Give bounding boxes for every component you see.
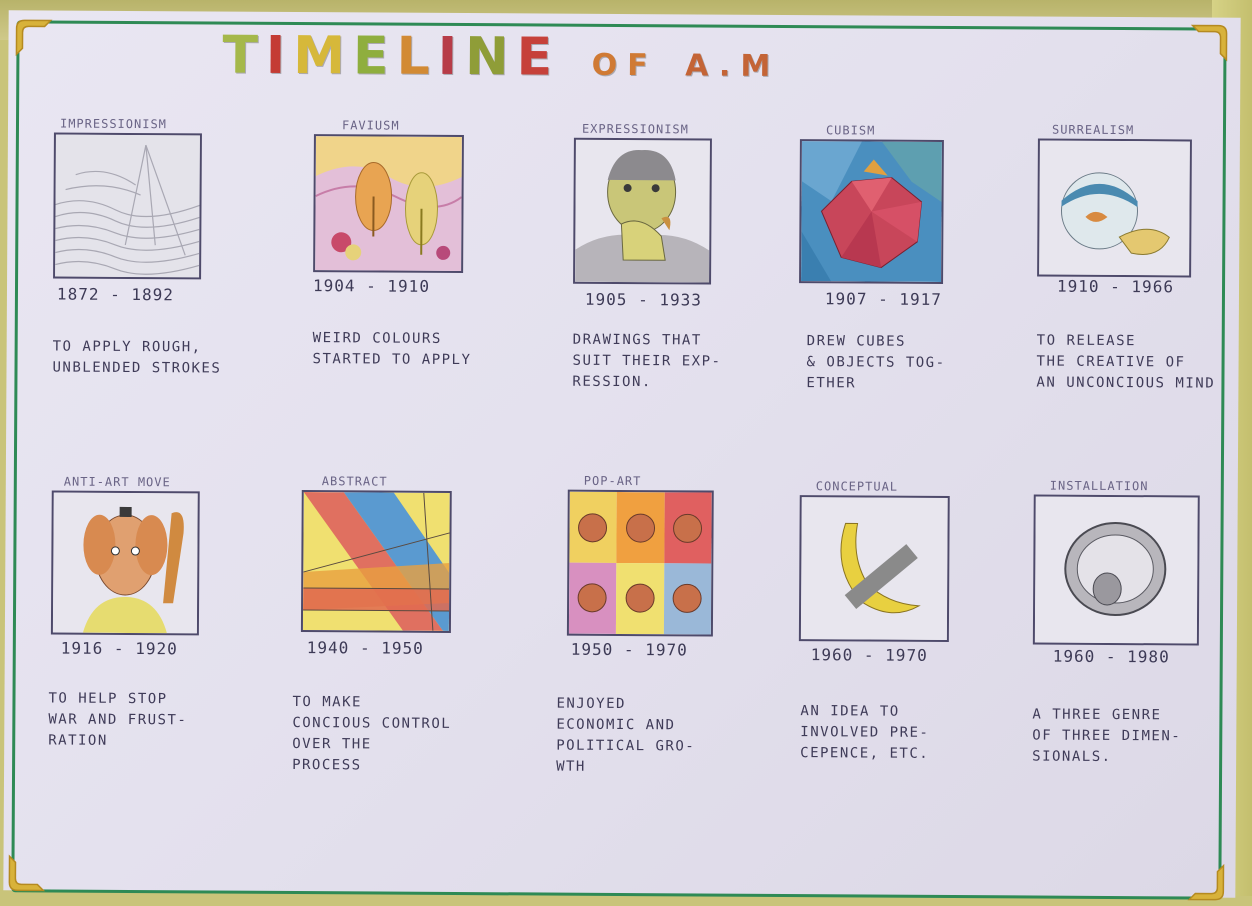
poster-title: TIMELINE OF A.M [222,26,780,89]
title-letter: M [293,26,353,86]
years-abstract: 1940 - 1950 [307,638,424,658]
artwork-cubism [799,139,944,284]
artwork-impressionism [53,133,202,280]
description-line: CONCIOUS CONTROL [292,713,451,735]
artwork-surrealism [1037,139,1192,278]
pop-art-grid-icon [569,492,712,635]
title-am: A.M [685,48,780,84]
movement-name-conceptual: CONCEPTUAL [816,479,898,494]
description-line: & OBJECTS TOG- [806,352,945,374]
corner-ornament-icon [1186,19,1232,65]
corner-ornament-icon [1183,859,1229,905]
description-line: WAR AND FRUST- [48,710,187,732]
artwork-abstract [301,490,452,633]
title-letter: I [266,26,294,86]
description-line: RESSION. [572,372,721,394]
artwork-fauvism [313,134,464,273]
years-installation: 1960 - 1980 [1053,647,1170,667]
fauvism-trees-icon [315,136,462,271]
artwork-anti-art [51,491,200,636]
title-letter: E [353,26,397,86]
description-line: WEIRD COLOURS [313,328,472,350]
movement-name-anti-art: ANTI-ART MOVE [64,475,171,490]
description-anti-art: TO HELP STOP WAR AND FRUST- RATION [48,689,187,753]
years-cubism: 1907 - 1917 [825,289,942,309]
movement-name-cubism: CUBISM [826,123,875,137]
description-line: STARTED TO APPLY [313,349,472,371]
description-line: OVER THE [292,734,451,756]
description-expressionism: DRAWINGS THAT SUIT THEIR EXP- RESSION. [572,330,721,394]
description-line: TO MAKE [292,692,451,714]
description-fauvism: WEIRD COLOURS STARTED TO APPLY [313,328,472,371]
description-line: AN IDEA TO [800,701,929,723]
description-line: TO RELEASE [1037,331,1216,353]
impressionism-sketch-icon [55,135,200,278]
poster-paper: TIMELINE OF A.M IMPRESSIONISM 1872 - 189… [3,10,1240,898]
movement-name-abstract: ABSTRACT [322,474,388,488]
description-line: RATION [48,731,187,753]
description-line: CEPENCE, ETC. [800,743,929,765]
description-line: SIONALS. [1032,747,1181,769]
movement-name-fauvism: FAVIUSM [342,118,400,132]
title-letter: T [222,26,266,86]
artwork-expressionism [573,138,712,285]
cubism-fruit-icon [801,141,942,282]
banana-tape-icon [801,497,948,640]
years-pop-art: 1950 - 1970 [571,640,688,660]
description-abstract: TO MAKE CONCIOUS CONTROL OVER THE PROCES… [292,692,451,777]
description-line: ECONOMIC AND [556,715,695,737]
expressionism-face-icon [575,140,710,283]
description-surrealism: TO RELEASE THE CREATIVE OF AN UNCONCIOUS… [1036,331,1215,395]
artwork-installation [1033,495,1200,646]
description-line: ENJOYED [556,694,695,716]
description-line: WTH [556,757,695,779]
description-line: TO HELP STOP [48,689,187,711]
description-line: DREW CUBES [807,331,946,353]
description-installation: A THREE GENRE OF THREE DIMEN- SIONALS. [1032,705,1181,769]
description-line: PROCESS [292,755,451,777]
title-letter: I [438,27,466,87]
movement-name-impressionism: IMPRESSIONISM [60,117,167,132]
years-conceptual: 1960 - 1970 [811,645,928,665]
installation-ring-icon [1035,497,1198,644]
corner-ornament-icon [10,14,56,60]
anti-art-figure-icon [53,493,198,634]
artwork-conceptual [799,495,950,642]
movement-name-installation: INSTALLATION [1050,479,1149,494]
years-surrealism: 1910 - 1966 [1057,277,1174,297]
movement-name-surrealism: SURREALISM [1052,123,1134,138]
title-of: OF [592,48,658,83]
description-line: UNBLENDED STROKES [52,358,221,380]
description-impressionism: TO APPLY ROUGH, UNBLENDED STROKES [52,337,221,380]
description-line: THE CREATIVE OF [1037,352,1216,374]
years-expressionism: 1905 - 1933 [585,290,702,310]
movement-name-expressionism: EXPRESSIONISM [582,122,689,137]
description-line: A THREE GENRE [1032,705,1181,727]
description-line: ETHER [806,373,945,395]
title-letter: L [396,27,438,87]
years-fauvism: 1904 - 1910 [313,276,430,296]
description-line: DRAWINGS THAT [573,330,722,352]
description-line: SUIT THEIR EXP- [573,351,722,373]
description-line: POLITICAL GRO- [556,736,695,758]
corner-ornament-icon [3,850,49,896]
title-letter: N [465,27,517,87]
artwork-pop-art [567,490,714,637]
description-conceptual: AN IDEA TO INVOLVED PRE- CEPENCE, ETC. [800,701,929,765]
description-line: INVOLVED PRE- [800,722,929,744]
years-anti-art: 1916 - 1920 [61,639,178,659]
years-impressionism: 1872 - 1892 [57,285,174,305]
description-cubism: DREW CUBES & OBJECTS TOG- ETHER [806,331,945,395]
description-line: TO APPLY ROUGH, [53,337,222,359]
description-line: AN UNCONCIOUS MIND [1036,373,1215,395]
title-letter: E [516,27,560,87]
surrealism-fishbowl-icon [1039,141,1190,276]
abstract-geometry-icon [303,492,450,631]
description-pop-art: ENJOYED ECONOMIC AND POLITICAL GRO- WTH [556,694,696,779]
description-line: OF THREE DIMEN- [1032,726,1181,748]
movement-name-pop-art: POP-ART [584,474,642,488]
